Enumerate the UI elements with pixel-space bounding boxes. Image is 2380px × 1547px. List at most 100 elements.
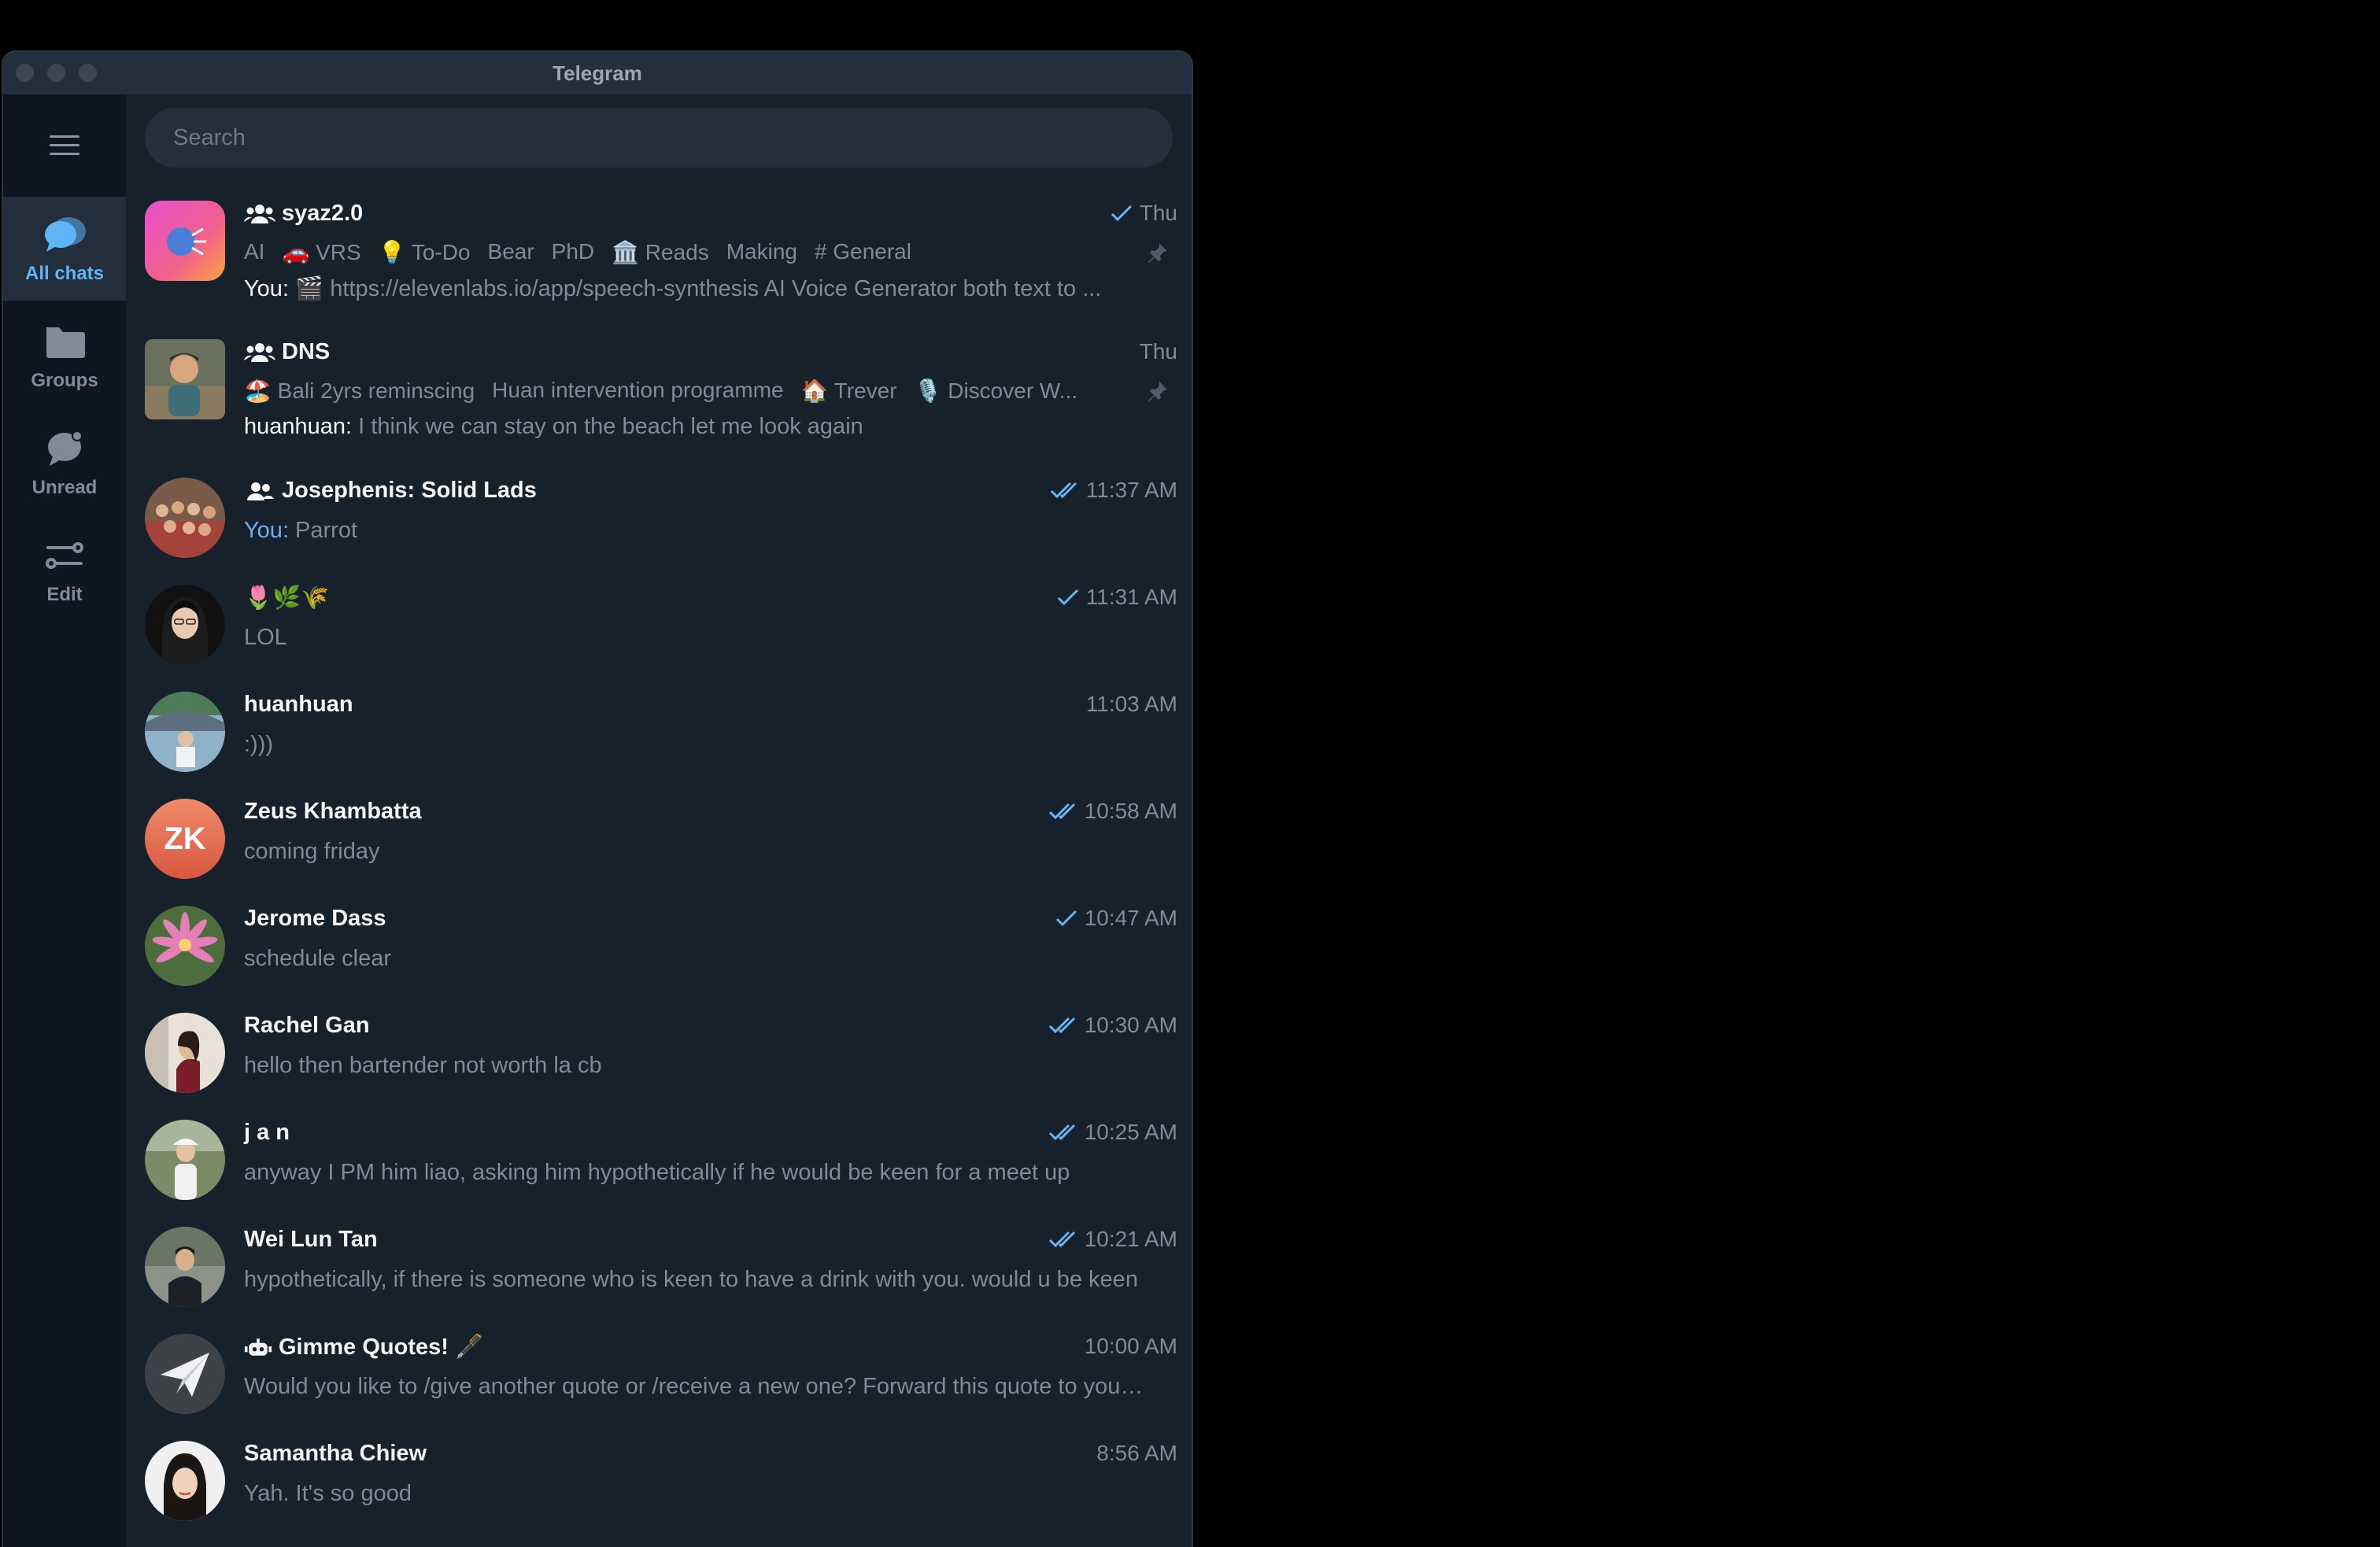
tag: 🚗 VRS xyxy=(282,240,361,264)
chat-time: 10:00 AM xyxy=(1084,1334,1177,1358)
paper-plane-icon xyxy=(161,1353,209,1397)
chat-name: Zeus Khambatta xyxy=(244,799,422,824)
message-preview: huanhuan: I think we can stay on the bea… xyxy=(244,414,863,439)
chat-name: Samantha Chiew xyxy=(244,1441,427,1466)
avatar xyxy=(145,1120,225,1200)
chat-time: 10:30 AM xyxy=(1048,1013,1177,1038)
hamburger-icon xyxy=(50,135,79,156)
read-check-icon xyxy=(1048,803,1075,820)
chat-time: 11:37 AM xyxy=(1050,478,1177,503)
avatar xyxy=(145,201,225,281)
chat-row[interactable]: Wei Lun Tan 10:21 AM hypothetically, if … xyxy=(126,1213,1192,1320)
chat-name: Jerome Dass xyxy=(244,906,386,931)
tag: 🏠 Trever xyxy=(800,378,897,403)
chat-time: 10:47 AM xyxy=(1055,906,1177,931)
chat-row[interactable]: syaz2.0 Thu AI 🚗 VRS 💡 To-Do Bear PhD 🏛️… xyxy=(126,187,1192,326)
close-window-button[interactable] xyxy=(16,64,34,82)
tag: AI xyxy=(244,239,265,264)
chat-row[interactable]: Gimme Quotes! 🖋️ 10:00 AM Would you like… xyxy=(126,1320,1192,1427)
chat-name: Gimme Quotes! 🖋️ xyxy=(244,1334,483,1361)
read-check-icon xyxy=(1048,1017,1075,1034)
chats-icon xyxy=(45,217,86,252)
folder-icon xyxy=(46,327,85,358)
folder-label: All chats xyxy=(24,263,105,284)
chat-time: 11:31 AM xyxy=(1056,585,1177,610)
tag: PhD xyxy=(551,239,595,264)
group-icon xyxy=(247,482,274,500)
chat-time: 10:25 AM xyxy=(1048,1120,1177,1145)
avatar xyxy=(145,1334,225,1414)
message-preview: hello then bartender not worth la cb xyxy=(244,1053,602,1078)
avatar: ZK xyxy=(145,799,225,879)
folder-tags: 🏖️ Bali 2yrs reminscing Huan interventio… xyxy=(244,378,1133,404)
unread-icon xyxy=(48,430,83,466)
tag: # General xyxy=(815,239,911,264)
avatar xyxy=(145,585,225,665)
tag: 🏛️ Reads xyxy=(612,240,709,264)
pin-icon xyxy=(1148,382,1167,401)
message-preview: schedule clear xyxy=(244,946,391,971)
avatar xyxy=(145,339,225,419)
read-check-icon xyxy=(1048,1231,1075,1248)
folder-edit[interactable]: Edit xyxy=(3,518,126,622)
title-bar: Telegram xyxy=(3,52,1192,94)
message-preview: Yah. It's so good xyxy=(244,1481,412,1506)
chat-name: huanhuan xyxy=(244,692,353,717)
tag: Making xyxy=(726,239,797,264)
avatar xyxy=(145,1013,225,1093)
avatar xyxy=(145,1441,225,1521)
chat-row[interactable]: huanhuan 11:03 AM :))) xyxy=(126,678,1192,785)
chat-time: Thu xyxy=(1110,201,1177,226)
message-preview: You: Parrot xyxy=(244,518,358,543)
message-preview: :))) xyxy=(244,732,274,757)
folder-label: Groups xyxy=(31,370,98,391)
search-placeholder: Search xyxy=(173,124,246,150)
chat-list: syaz2.0 Thu AI 🚗 VRS 💡 To-Do Bear PhD 🏛️… xyxy=(126,187,1192,1534)
avatar xyxy=(145,692,225,772)
group-icon xyxy=(244,342,275,362)
chat-name: j a n xyxy=(244,1120,290,1145)
message-preview: hypothetically, if there is someone who … xyxy=(244,1267,1138,1292)
menu-button[interactable] xyxy=(3,94,126,197)
message-preview: You: 🎬 https://elevenlabs.io/app/speech-… xyxy=(244,276,1102,301)
sent-check-icon xyxy=(1055,910,1077,927)
folder-groups[interactable]: Groups xyxy=(3,304,126,408)
chat-time: 8:56 AM xyxy=(1096,1441,1177,1465)
chat-row[interactable]: Samantha Chiew 8:56 AM Yah. It's so good xyxy=(126,1427,1192,1534)
chat-list-panel: Search syaz2.0 Thu AI 🚗 VRS 💡 To-Do Bear… xyxy=(126,94,1192,1547)
sent-check-icon xyxy=(1111,205,1132,222)
chat-row[interactable]: Rachel Gan 10:30 AM hello then bartender… xyxy=(126,999,1192,1106)
chat-name: DNS xyxy=(244,339,330,365)
chat-row[interactable]: Jerome Dass 10:47 AM schedule clear xyxy=(126,892,1192,999)
chat-row[interactable]: ZK Zeus Khambatta 10:58 AM coming friday xyxy=(126,785,1192,892)
chat-row[interactable]: Josephenis: Solid Lads 11:37 AM You: Par… xyxy=(126,464,1192,571)
read-check-icon xyxy=(1048,1124,1075,1141)
chat-name: Wei Lun Tan xyxy=(244,1227,378,1252)
sent-check-icon xyxy=(1057,589,1078,606)
message-preview: Would you like to /give another quote or… xyxy=(244,1374,1144,1399)
chat-time: 10:21 AM xyxy=(1048,1227,1177,1252)
chat-row[interactable]: j a n 10:25 AM anyway I PM him liao, ask… xyxy=(126,1106,1192,1213)
chat-row[interactable]: 🌷🌿🌾 11:31 AM LOL xyxy=(126,571,1192,678)
folder-unread[interactable]: Unread xyxy=(3,411,126,515)
minimize-window-button[interactable] xyxy=(47,64,65,82)
zoom-window-button[interactable] xyxy=(79,64,97,82)
window-controls xyxy=(16,64,97,82)
tag: 🎙️ Discover W... xyxy=(914,378,1078,403)
avatar xyxy=(145,906,225,986)
chat-row[interactable]: DNS Thu 🏖️ Bali 2yrs reminscing Huan int… xyxy=(126,326,1192,464)
message-preview: LOL xyxy=(244,625,287,650)
tag: 🏖️ Bali 2yrs reminscing xyxy=(244,378,475,403)
folder-sidebar: All chats Groups Unread Edit xyxy=(3,94,126,1547)
folder-tags: AI 🚗 VRS 💡 To-Do Bear PhD 🏛️ Reads Makin… xyxy=(244,239,1133,265)
avatar xyxy=(145,478,225,558)
telegram-window: Telegram All chats Groups Unread Edit Se… xyxy=(2,50,1193,1547)
window-title: Telegram xyxy=(552,61,642,85)
chat-time: Thu xyxy=(1139,339,1177,364)
folder-all-chats[interactable]: All chats xyxy=(3,197,126,301)
search-input[interactable]: Search xyxy=(145,108,1173,168)
sliders-icon xyxy=(46,542,83,569)
chat-time: 10:58 AM xyxy=(1048,799,1177,824)
message-preview: anyway I PM him liao, asking him hypothe… xyxy=(244,1160,1070,1185)
pin-icon xyxy=(1148,243,1167,263)
